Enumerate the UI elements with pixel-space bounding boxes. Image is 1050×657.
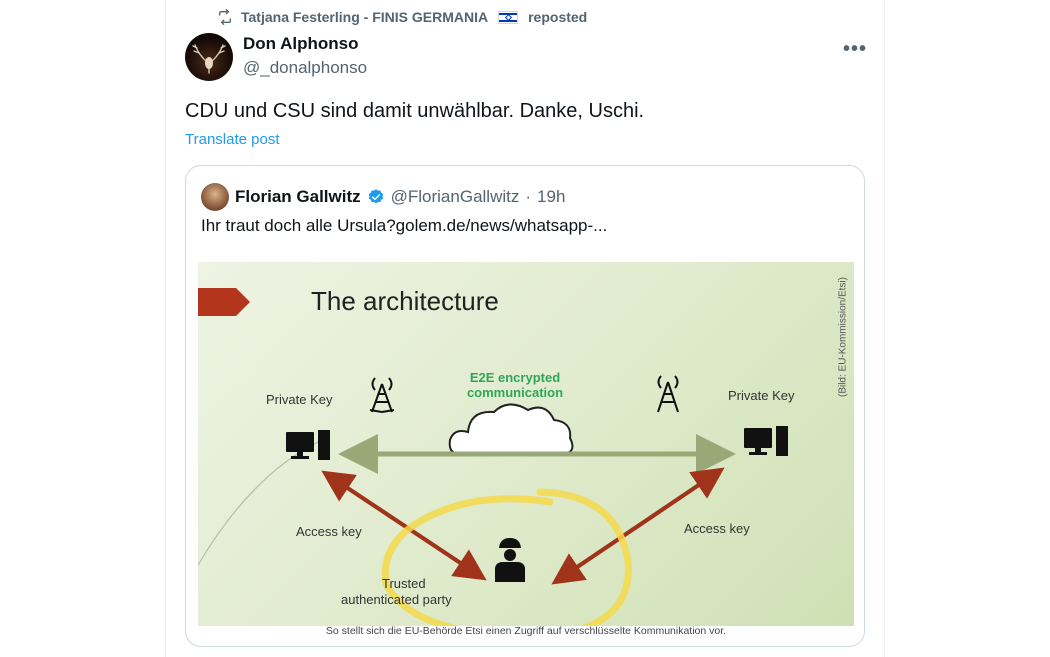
- slide-title: The architecture: [311, 286, 499, 316]
- access-key-left: Access key: [296, 524, 362, 539]
- access-key-right: Access key: [684, 521, 750, 536]
- repost-indicator[interactable]: Tatjana Festerling - FINIS GERMANIA repo…: [217, 9, 587, 25]
- reposted-label: reposted: [528, 9, 588, 25]
- computer-icon-left: [286, 430, 330, 460]
- image-caption: So stellt sich die EU-Behörde Etsi einen…: [325, 625, 727, 637]
- author-avatar[interactable]: [185, 33, 233, 81]
- author-handle[interactable]: @_donalphonso: [243, 58, 367, 78]
- worker-icon: [495, 538, 525, 582]
- architecture-diagram: [198, 288, 788, 626]
- image-credit: (Bild: EU-Kommission/Etsi): [837, 276, 849, 397]
- e2e-line1: E2E encrypted: [469, 370, 561, 385]
- quote-author-handle[interactable]: @FlorianGallwitz: [391, 187, 520, 207]
- reposter-name[interactable]: Tatjana Festerling - FINIS GERMANIA: [241, 9, 488, 25]
- antenna-icon-right: [657, 375, 679, 413]
- quote-timestamp[interactable]: 19h: [537, 187, 565, 207]
- author-block: Don Alphonso @_donalphonso: [243, 34, 367, 78]
- private-key-left: Private Key: [266, 392, 333, 407]
- timeline-border-right: [884, 0, 885, 657]
- quote-author-name[interactable]: Florian Gallwitz: [235, 187, 361, 207]
- trusted-line1: Trusted: [382, 576, 426, 591]
- author-name[interactable]: Don Alphonso: [243, 34, 367, 54]
- quote-image[interactable]: The architecture E2E encrypted communica…: [198, 262, 854, 626]
- timeline-border-left: [165, 0, 166, 657]
- translate-post-link[interactable]: Translate post: [185, 131, 280, 148]
- trusted-line2: authenticated party: [341, 592, 452, 607]
- repost-icon: [219, 9, 231, 25]
- more-options-icon[interactable]: •••: [843, 38, 867, 61]
- e2e-line2: communication: [466, 385, 564, 400]
- slide-tab-arrow: [198, 288, 250, 316]
- antenna-icon-left: [369, 377, 395, 413]
- stag-skull-icon: [192, 44, 226, 74]
- quoted-post[interactable]: Florian Gallwitz @FlorianGallwitz · 19h …: [185, 165, 865, 647]
- quote-author-avatar[interactable]: [201, 183, 229, 211]
- israel-flag-icon: [498, 10, 519, 24]
- verified-badge-icon: [368, 189, 383, 204]
- private-key-right: Private Key: [728, 388, 795, 403]
- separator-dot: ·: [525, 187, 532, 206]
- quote-header: Florian Gallwitz @FlorianGallwitz · 19h: [201, 183, 565, 211]
- quote-text: Ihr traut doch alle Ursula?golem.de/news…: [201, 216, 608, 235]
- decorative-curve: [198, 441, 319, 567]
- cloud-icon: [448, 403, 574, 455]
- post-text: CDU und CSU sind damit unwählbar. Danke,…: [185, 100, 645, 122]
- computer-icon-right: [744, 426, 788, 456]
- e2e-label: E2E encrypted communication: [460, 370, 570, 400]
